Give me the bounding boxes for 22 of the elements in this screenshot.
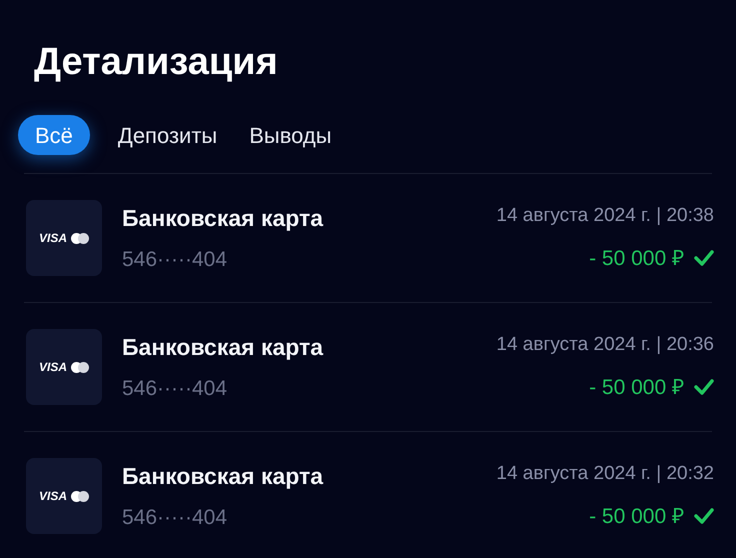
- payment-method: Банковская карта: [122, 333, 324, 362]
- filter-tab[interactable]: Выводы: [245, 115, 336, 155]
- circles-icon: [71, 362, 89, 372]
- page-title: Детализация: [34, 40, 278, 84]
- filter-tab[interactable]: Всё: [18, 115, 90, 155]
- circles-icon: [71, 490, 89, 502]
- transaction-date: 14 августа 2024 г. | 20:32: [496, 462, 714, 486]
- card-logo-text: VISA: [38, 359, 67, 376]
- card-number: 546·····404: [122, 246, 228, 272]
- transaction-date: 14 августа 2024 г. | 20:36: [496, 333, 714, 357]
- card-logo-text: VISA: [38, 488, 67, 505]
- transaction-date: 14 августа 2024 г. | 20:38: [496, 204, 714, 228]
- transaction-amount: - 50 000 ₽: [589, 374, 684, 400]
- circles-icon: [71, 232, 89, 244]
- card-number: 546·····404: [122, 376, 228, 402]
- filter-tab[interactable]: Депозиты: [114, 115, 222, 155]
- payment-method: Банковская карта: [122, 204, 324, 233]
- card-number: 546·····404: [122, 504, 228, 530]
- card-logo-text: VISA: [38, 230, 67, 247]
- payment-method: Банковская карта: [122, 462, 324, 491]
- transaction-amount: - 50 000 ₽: [589, 246, 684, 272]
- transaction-amount: - 50 000 ₽: [589, 504, 684, 530]
